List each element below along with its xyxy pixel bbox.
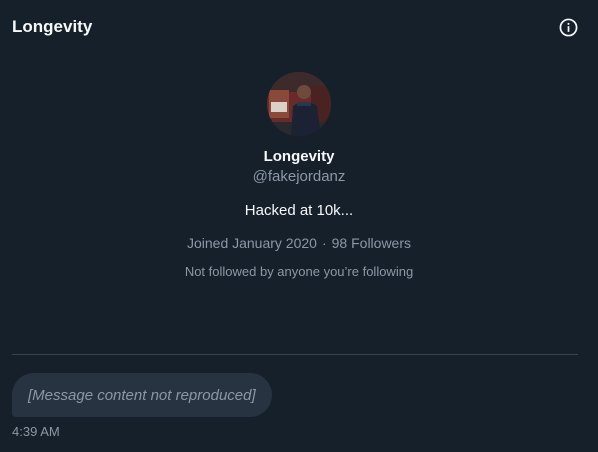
profile-bio: Hacked at 10k... [244, 202, 354, 219]
profile-handle[interactable]: @fakejordanz [253, 168, 346, 185]
followers-count[interactable]: 98 Followers [332, 235, 411, 251]
conversation-title: Longevity [12, 17, 93, 36]
info-icon[interactable] [558, 17, 578, 37]
followed-by-note: Not followed by anyone you’re following [184, 264, 414, 279]
conversation-header: Longevity [0, 0, 598, 54]
meta-separator: · [321, 235, 327, 251]
profile-name[interactable]: Longevity [264, 148, 335, 165]
message-text: [Message content not reproduced] [28, 386, 256, 404]
profile-summary: Longevity @fakejordanz Hacked at 10k... … [0, 60, 598, 279]
joined-date: Joined January 2020 [186, 235, 317, 251]
divider [12, 354, 578, 355]
profile-meta: Joined January 2020 · 98 Followers [187, 235, 411, 251]
message-bubble[interactable]: [Message content not reproduced] [12, 373, 272, 417]
message-timestamp: 4:39 AM [12, 424, 60, 439]
avatar[interactable] [267, 72, 331, 136]
